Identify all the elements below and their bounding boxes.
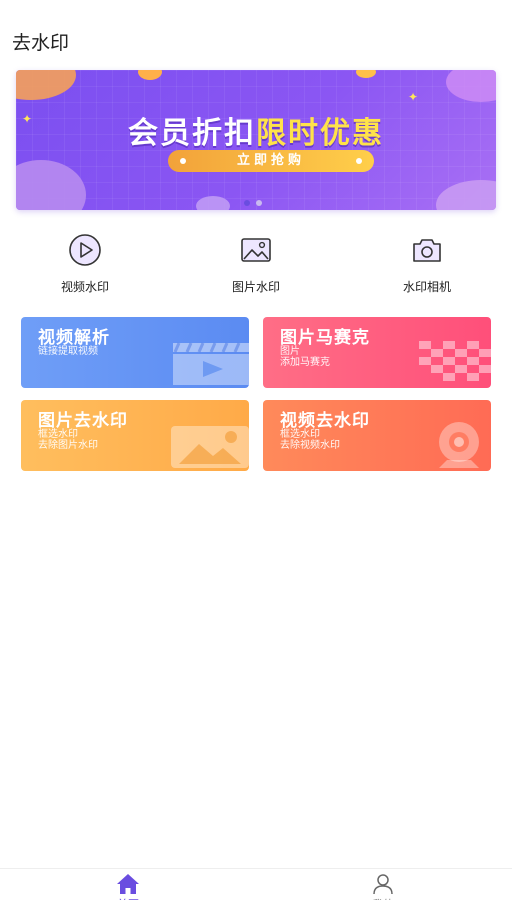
card-title: 图片马赛克	[280, 328, 370, 348]
card-title: 视频解析	[38, 328, 110, 348]
card-video-parse[interactable]: 视频解析 链接提取视频	[21, 317, 249, 388]
card-image-mosaic[interactable]: 图片马赛克 图片 添加马赛克	[263, 317, 491, 388]
card-subtitle-line: 去除图片水印	[38, 440, 98, 451]
card-subtitle-line: 框选水印	[280, 429, 320, 440]
page-title: 去水印	[12, 32, 70, 54]
bottom-tab-bar: 首页 我的	[0, 868, 512, 900]
button-dot	[356, 158, 362, 164]
headline-highlight: 限时优惠	[256, 116, 384, 151]
image-icon	[241, 238, 271, 262]
card-video-remove-watermark[interactable]: 视频去水印 框选水印 去除视频水印	[263, 400, 491, 471]
quick-action-label: 水印相机	[402, 280, 451, 294]
quick-action-label: 视频水印	[60, 280, 109, 294]
quick-action-label: 图片水印	[231, 280, 280, 294]
tab-label: 首页	[98, 896, 158, 900]
card-subtitle-line: 添加马赛克	[280, 357, 330, 368]
mosaic-icon	[419, 341, 491, 381]
card-subtitle: 框选水印 去除视频水印	[280, 429, 340, 451]
quick-action-watermark-camera[interactable]: 水印相机	[377, 226, 477, 295]
tab-mine[interactable]: 我的	[353, 873, 413, 900]
button-dot	[180, 158, 186, 164]
card-title: 视频去水印	[280, 411, 370, 431]
tab-label: 我的	[353, 896, 413, 900]
card-subtitle: 图片 添加马赛克	[280, 346, 330, 368]
buy-now-button[interactable]: 立即抢购	[168, 150, 374, 172]
banner-headline: 会员折扣限时优惠	[16, 108, 496, 152]
app-header: 去水印	[0, 0, 512, 64]
webcam-icon	[439, 422, 479, 468]
carousel-dot[interactable]	[244, 200, 250, 206]
headline-text: 会员折扣	[128, 116, 256, 151]
card-subtitle: 链接提取视频	[38, 346, 98, 357]
promo-banner[interactable]: ✦ ✦ 会员折扣限时优惠 立即抢购	[16, 70, 496, 210]
home-icon	[117, 874, 139, 894]
picture-icon	[171, 426, 249, 468]
card-title: 图片去水印	[38, 411, 128, 431]
play-circle-icon	[69, 234, 101, 266]
sparkle-icon: ✦	[408, 90, 419, 104]
carousel-dot[interactable]	[256, 200, 262, 206]
quick-action-image-watermark[interactable]: 图片水印	[206, 226, 306, 295]
carousel-indicator	[244, 200, 262, 206]
card-subtitle-line: 图片	[280, 346, 300, 357]
card-image-remove-watermark[interactable]: 图片去水印 框选水印 去除图片水印	[21, 400, 249, 471]
clapperboard-icon	[173, 342, 249, 385]
quick-action-video-watermark[interactable]: 视频水印	[35, 226, 135, 295]
card-subtitle-line: 去除视频水印	[280, 440, 340, 451]
banner-decoration	[196, 196, 230, 210]
user-icon	[373, 874, 393, 895]
buy-now-label: 立即抢购	[236, 153, 305, 168]
camera-icon	[413, 239, 441, 262]
card-subtitle: 框选水印 去除图片水印	[38, 429, 98, 451]
tab-home[interactable]: 首页	[98, 873, 158, 900]
quick-actions: 视频水印 图片水印 水印相机	[0, 226, 512, 306]
card-subtitle-line: 框选水印	[38, 429, 78, 440]
